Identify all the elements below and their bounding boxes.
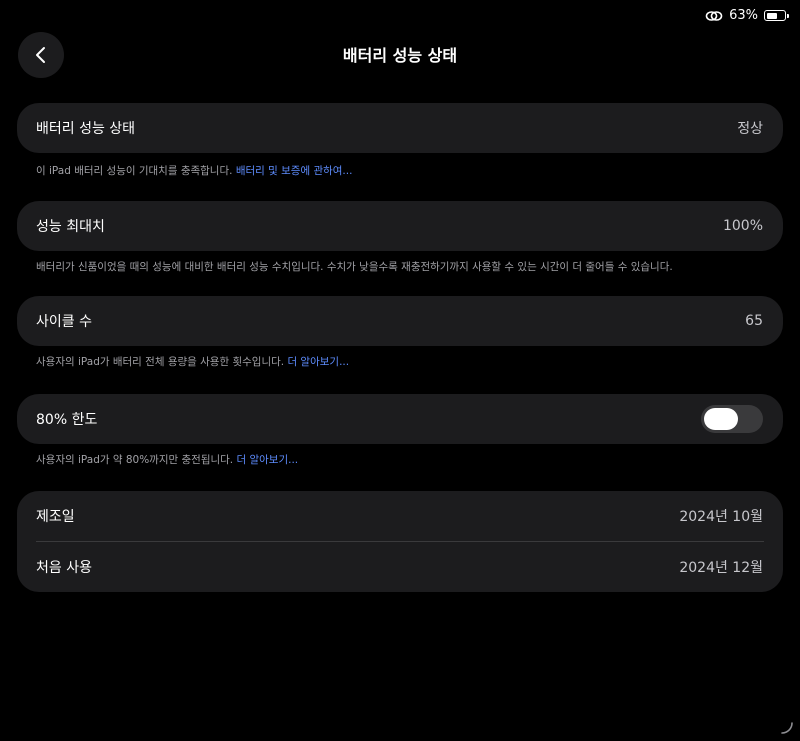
limit-learn-more-link[interactable]: 더 알아보기... (236, 454, 298, 466)
toggle-knob (704, 408, 738, 430)
charge-limit-toggle[interactable] (701, 405, 763, 433)
manufacture-date-row: 제조일 2024년 10월 (17, 491, 783, 541)
max-capacity-row: 성능 최대치 100% (17, 201, 783, 251)
battery-health-note: 이 iPad 배터리 성능이 기대치를 충족합니다. 배터리 및 보증에 관하여… (36, 165, 353, 177)
battery-icon (764, 10, 789, 21)
first-use-label: 처음 사용 (36, 560, 92, 576)
resize-handle-icon[interactable] (778, 719, 794, 735)
battery-health-row: 배터리 성능 상태 정상 (17, 103, 783, 153)
battery-health-card: 배터리 성능 상태 정상 (17, 103, 783, 153)
battery-warranty-link[interactable]: 배터리 및 보증에 관하여... (236, 165, 353, 177)
first-use-row: 처음 사용 2024년 12월 (17, 542, 783, 592)
max-capacity-card: 성능 최대치 100% (17, 201, 783, 251)
first-use-value: 2024년 12월 (679, 560, 763, 576)
max-capacity-value: 100% (722, 218, 763, 234)
cycle-count-note: 사용자의 iPad가 배터리 전체 용량을 사용한 횟수입니다. 더 알아보기.… (36, 356, 350, 368)
max-capacity-label: 성능 최대치 (36, 219, 105, 235)
manufacture-date-value: 2024년 10월 (679, 509, 763, 525)
cycle-count-value: 65 (745, 313, 763, 329)
charge-limit-note: 사용자의 iPad가 약 80%까지만 충전됩니다. 더 알아보기... (36, 454, 299, 466)
page-title: 배터리 성능 상태 (342, 46, 458, 65)
charge-limit-label: 80% 한도 (36, 412, 98, 428)
cycle-learn-more-link[interactable]: 더 알아보기... (287, 356, 349, 368)
battery-health-value: 정상 (737, 121, 763, 137)
battery-health-label: 배터리 성능 상태 (36, 121, 136, 137)
cycle-count-row: 사이클 수 65 (17, 296, 783, 346)
status-bar: 63% (705, 8, 789, 23)
cycle-count-label: 사이클 수 (36, 314, 92, 330)
battery-fill (766, 12, 777, 19)
charge-limit-row: 80% 한도 (17, 394, 783, 444)
manufacture-date-label: 제조일 (36, 509, 75, 525)
battery-percent: 63% (729, 8, 758, 23)
charge-limit-card: 80% 한도 (17, 394, 783, 444)
max-capacity-note: 배터리가 신품이었을 때의 성능에 대비한 배터리 성능 수치입니다. 수치가 … (36, 261, 673, 273)
link-icon (705, 10, 723, 21)
dates-card: 제조일 2024년 10월 처음 사용 2024년 12월 (17, 491, 783, 592)
cycle-count-card: 사이클 수 65 (17, 296, 783, 346)
